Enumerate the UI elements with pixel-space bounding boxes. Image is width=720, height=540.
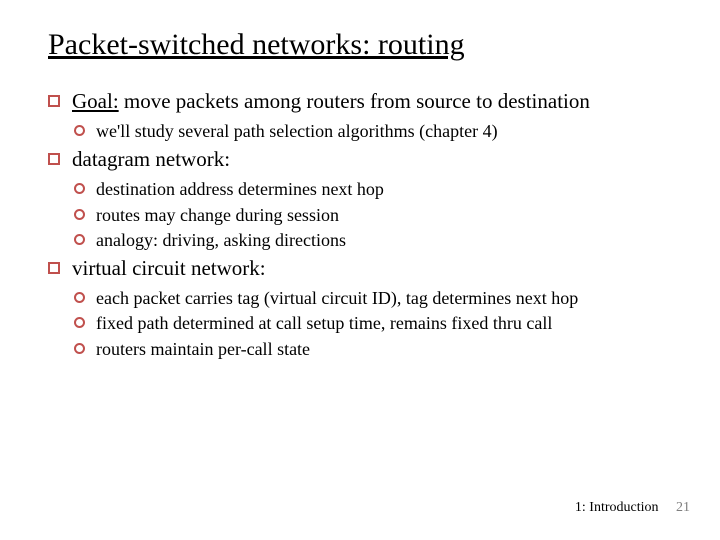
bullet-goal: Goal: move packets among routers from so… <box>48 88 672 114</box>
goal-text: move packets among routers from source t… <box>119 89 590 113</box>
footer-page: 21 <box>676 500 690 515</box>
footer-section: 1: Introduction <box>575 500 659 515</box>
sub-bullet: routes may change during session <box>74 204 672 227</box>
sub-bullet: analogy: driving, asking directions <box>74 229 672 252</box>
sub-bullet: we'll study several path selection algor… <box>74 120 672 143</box>
goal-label: Goal: <box>72 89 119 113</box>
sub-bullet: fixed path determined at call setup time… <box>74 312 672 335</box>
bullet-vc: virtual circuit network: <box>48 255 672 281</box>
bullet-datagram: datagram network: <box>48 146 672 172</box>
sub-bullet: routers maintain per-call state <box>74 338 672 361</box>
slide: Packet-switched networks: routing Goal: … <box>0 0 720 360</box>
slide-footer: 1: Introduction 21 <box>575 500 690 516</box>
sub-bullet: destination address determines next hop <box>74 178 672 201</box>
page-title: Packet-switched networks: routing <box>48 28 672 62</box>
sub-bullet: each packet carries tag (virtual circuit… <box>74 287 672 310</box>
